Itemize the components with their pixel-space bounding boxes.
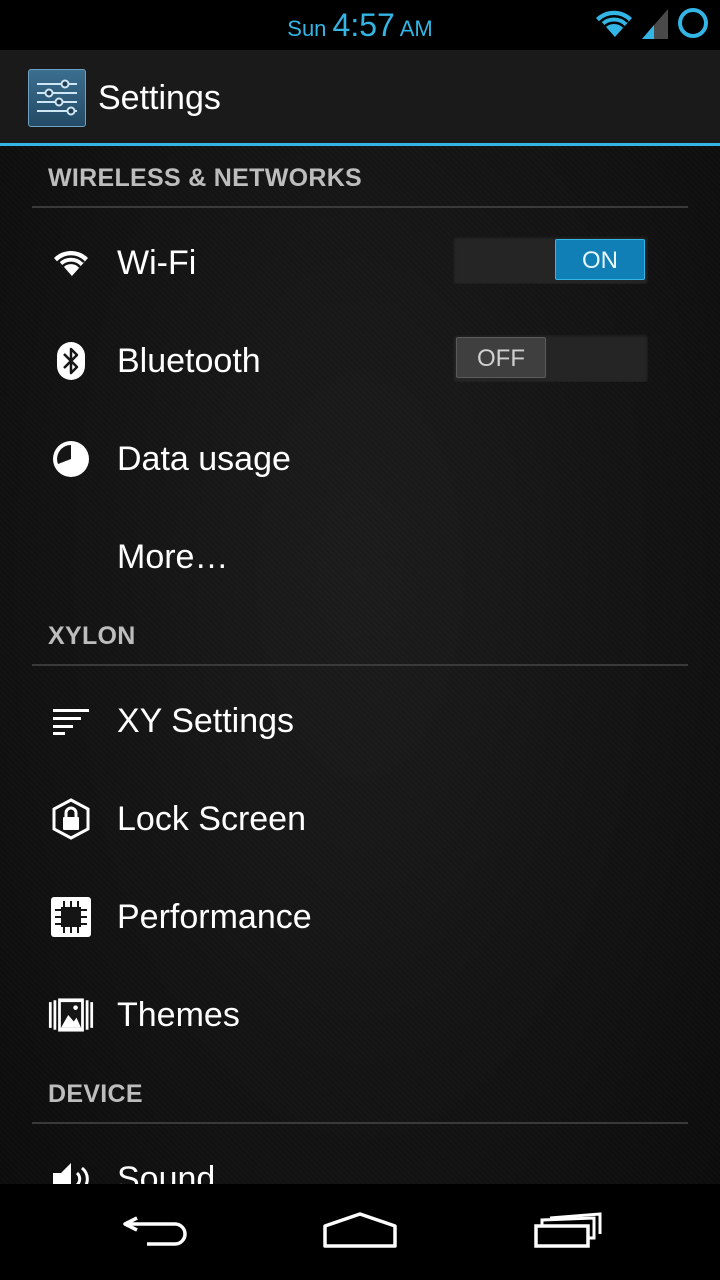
status-bar: Sun 4:57 AM [0,0,720,50]
section-header-label: WIRELESS & NETWORKS [48,164,363,192]
clock-day: Sun [287,16,327,41]
home-button[interactable] [310,1204,410,1260]
wifi-toggle[interactable]: ON [453,236,648,284]
navigation-bar [0,1184,720,1280]
settings-list[interactable]: WIRELESS & NETWORKS Wi-Fi ON Bluetooth O… [0,146,720,1184]
section-header-label: XYLON [48,622,136,650]
speaker-icon [48,1157,94,1184]
settings-item-xy-settings[interactable]: XY Settings [0,672,720,770]
settings-screen: Sun 4:57 AM Settings WIRELESS & NETWORKS… [0,0,720,1280]
action-bar: Settings [0,50,720,146]
cell-signal-icon [640,7,670,44]
section-header-device: DEVICE [32,1062,688,1124]
settings-item-sound[interactable]: Sound [0,1130,720,1184]
home-icon [320,1210,400,1255]
settings-item-label: Themes [117,996,240,1034]
settings-item-label: Bluetooth [117,342,261,380]
wifi-signal-icon [594,6,634,45]
clock-time: 4:57 [332,7,395,43]
lock-icon [48,797,94,841]
section-header-label: DEVICE [48,1080,143,1108]
sort-lines-icon [48,699,94,743]
settings-item-bluetooth[interactable]: Bluetooth OFF [0,312,720,410]
settings-item-performance[interactable]: Performance [0,868,720,966]
settings-item-label: Wi-Fi [117,244,197,282]
chip-icon [48,895,94,939]
page-title: Settings [98,79,221,117]
settings-item-label: More… [117,538,229,576]
settings-item-themes[interactable]: Themes [0,966,720,1064]
image-gallery-icon [48,993,94,1037]
settings-item-lock-screen[interactable]: Lock Screen [0,770,720,868]
bluetooth-toggle-state: OFF [456,337,546,378]
settings-item-label: Performance [117,898,312,936]
bluetooth-icon [48,339,94,383]
recents-icon [532,1210,604,1255]
settings-item-label: Sound [117,1160,216,1184]
status-icons [594,6,710,45]
clock-ampm: AM [399,16,433,41]
settings-sliders-icon[interactable] [28,69,86,127]
wifi-icon [48,241,94,285]
recents-button[interactable] [518,1204,618,1260]
back-icon [119,1210,191,1255]
settings-item-label: XY Settings [117,702,295,740]
back-button[interactable] [105,1204,205,1260]
settings-item-more[interactable]: More… [0,508,720,606]
wifi-toggle-state: ON [555,239,645,280]
settings-item-label: Lock Screen [117,800,306,838]
section-header-xylon: XYLON [32,604,688,666]
settings-item-data-usage[interactable]: Data usage [0,410,720,508]
bluetooth-toggle[interactable]: OFF [453,334,648,382]
settings-item-label: Data usage [117,440,291,478]
section-header-wireless: WIRELESS & NETWORKS [32,146,688,208]
settings-item-wifi[interactable]: Wi-Fi ON [0,214,720,312]
data-usage-icon [48,437,94,481]
sync-ring-icon [676,6,710,45]
